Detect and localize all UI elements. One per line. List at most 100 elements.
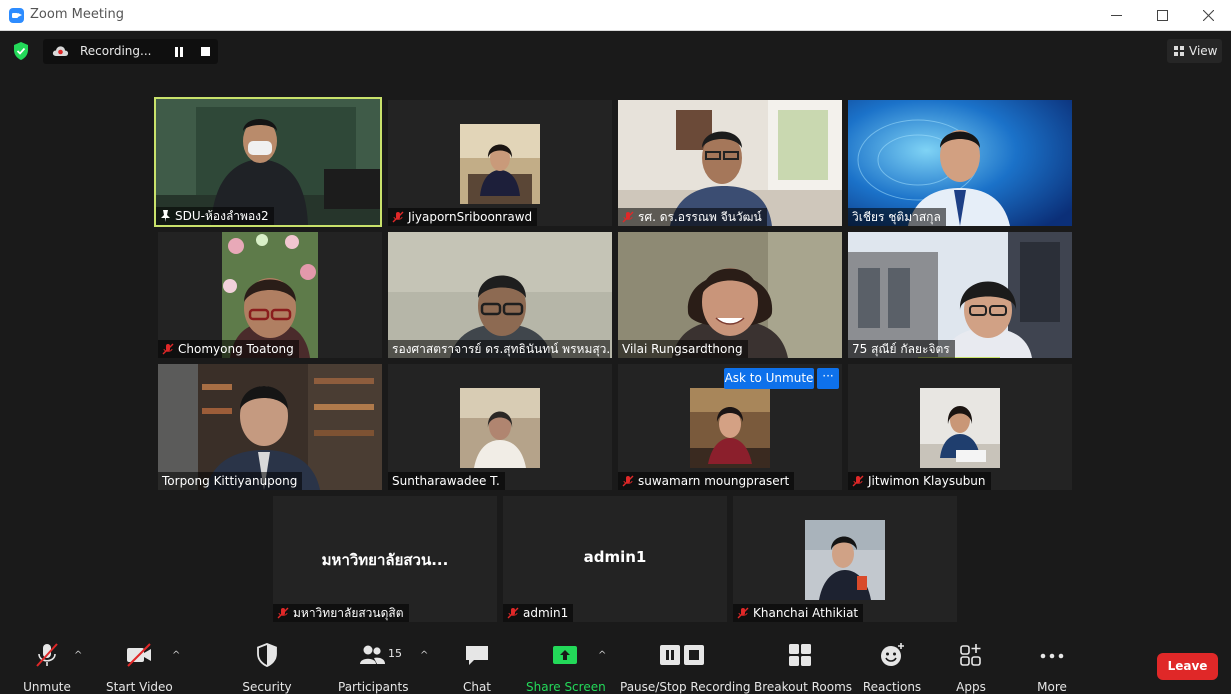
apps-button[interactable]: Apps <box>950 642 992 694</box>
participants-label: Participants <box>338 680 409 694</box>
close-button[interactable] <box>1185 0 1231 31</box>
minimize-icon <box>1110 15 1122 16</box>
video-tile-sutthinan[interactable]: รองศาสตราจารย์ ดร.สุทธินันทน์ พรหมสุว... <box>388 232 612 358</box>
muted-mic-icon <box>737 607 749 619</box>
participant-video <box>690 388 770 468</box>
maximize-icon <box>1156 10 1168 21</box>
participant-video <box>460 124 540 204</box>
video-tile-sdu[interactable]: SDU-ห้องลำพอง2 <box>154 97 382 227</box>
breakout-rooms-button[interactable]: Breakout Rooms <box>754 642 852 694</box>
reactions-smiley-icon <box>881 643 904 666</box>
video-tile-admin1[interactable]: admin1 admin1 <box>503 496 727 622</box>
participant-name-tag: JiyapornSriboonrawd <box>388 208 538 226</box>
participant-name: Chomyong Toatong <box>178 342 294 356</box>
pause-stop-icon <box>660 645 704 665</box>
participants-options-caret[interactable]: ^ <box>420 650 428 661</box>
participant-name: suwamarn moungprasert <box>638 474 790 488</box>
participant-name-tag: suwamarn moungprasert <box>618 472 795 490</box>
participant-name-tag: 75 สุณีย์ กัลยะจิตร <box>848 340 955 358</box>
participant-display-name: admin1 <box>583 548 647 566</box>
more-button[interactable]: More <box>1030 642 1074 694</box>
participant-name: Vilai Rungsardthong <box>622 342 743 356</box>
start-video-label: Start Video <box>106 680 173 694</box>
participants-button[interactable]: 15 Participants <box>338 642 409 694</box>
pause-recording-button[interactable] <box>174 47 184 57</box>
participant-name-tag: Vilai Rungsardthong <box>618 340 748 358</box>
video-off-icon <box>127 643 151 667</box>
video-tile-chomyong[interactable]: Chomyong Toatong <box>158 232 382 358</box>
video-tile-torpong[interactable]: Torpong Kittiyanupong <box>158 364 382 490</box>
muted-mic-icon <box>162 343 174 355</box>
participants-icon <box>360 645 385 664</box>
view-label: View <box>1189 44 1218 58</box>
participant-name: มหาวิทยาลัยสวนดุสิต <box>293 606 404 620</box>
participant-name-tag: Suntharawadee T. <box>388 472 505 490</box>
muted-microphone-icon <box>36 643 58 667</box>
participant-name: Suntharawadee T. <box>392 474 500 488</box>
pin-icon <box>161 210 170 222</box>
video-tile-dusit[interactable]: มหาวิทยาลัยสวน... มหาวิทยาลัยสวนดุสิต <box>273 496 497 622</box>
video-tile-wichian[interactable]: วิเชียร ชุติมาสกุล <box>848 100 1072 226</box>
video-tile-suntharawadee[interactable]: Suntharawadee T. <box>388 364 612 490</box>
apps-label: Apps <box>956 680 986 694</box>
unmute-label: Unmute <box>23 680 71 694</box>
participant-name: รองศาสตราจารย์ ดร.สุทธินันทน์ พรหมสุว... <box>392 342 610 356</box>
unmute-button[interactable]: Unmute <box>18 642 76 694</box>
recording-label: Recording... <box>80 44 152 58</box>
participant-name-tag: Jitwimon Klaysubun <box>848 472 991 490</box>
video-tile-khanchai[interactable]: Khanchai Athikiat <box>733 496 957 622</box>
breakout-rooms-label: Breakout Rooms <box>754 680 853 694</box>
video-tile-jitwimon[interactable]: Jitwimon Klaysubun <box>848 364 1072 490</box>
breakout-rooms-icon <box>789 644 811 666</box>
security-label: Security <box>242 680 292 694</box>
security-shield-icon[interactable] <box>12 41 30 61</box>
view-button[interactable]: View <box>1167 39 1222 63</box>
video-tile-sunee[interactable]: 75 สุณีย์ กัลยะจิตร <box>848 232 1072 358</box>
participant-name: 75 สุณีย์ กัลยะจิตร <box>852 342 950 356</box>
participant-name-tag: Khanchai Athikiat <box>733 604 864 622</box>
leave-button[interactable]: Leave <box>1157 653 1218 680</box>
share-screen-button[interactable]: Share Screen <box>526 642 606 694</box>
participant-name: Khanchai Athikiat <box>753 606 859 620</box>
video-tile-vilai[interactable]: Vilai Rungsardthong <box>618 232 842 358</box>
muted-mic-icon <box>622 211 634 223</box>
participants-count: 15 <box>388 647 402 660</box>
chat-bubble-icon <box>466 646 488 665</box>
muted-mic-icon <box>392 211 404 223</box>
minimize-button[interactable] <box>1093 0 1139 31</box>
more-label: More <box>1037 680 1067 694</box>
video-tile-annop[interactable]: รศ. ดร.อรรณพ จีนวัฒน์ <box>618 100 842 226</box>
participant-name-tag: Torpong Kittiyanupong <box>158 472 303 490</box>
participant-video <box>920 388 1000 468</box>
share-options-caret[interactable]: ^ <box>598 650 606 661</box>
reactions-button[interactable]: Reactions <box>862 642 922 694</box>
chat-button[interactable]: Chat <box>458 642 496 694</box>
audio-options-caret[interactable]: ^ <box>74 650 82 661</box>
tile-more-options-button[interactable]: ··· <box>817 368 839 389</box>
participant-name: SDU-ห้องลำพอง2 <box>175 209 269 223</box>
share-screen-label: Share Screen <box>526 680 606 694</box>
zoom-window: Zoom Meeting Recording... View SDU-ห้องล… <box>0 0 1231 694</box>
start-video-button[interactable]: Start Video <box>106 642 173 694</box>
ask-to-unmute-button[interactable]: Ask to Unmute <box>724 368 814 389</box>
video-tile-jiyaporn[interactable]: JiyapornSriboonrawd <box>388 100 612 226</box>
muted-mic-icon <box>622 475 634 487</box>
share-screen-icon <box>553 646 577 664</box>
shield-icon <box>257 643 277 667</box>
video-options-caret[interactable]: ^ <box>172 650 180 661</box>
muted-mic-icon <box>852 475 864 487</box>
more-dots-icon <box>1040 653 1064 659</box>
maximize-button[interactable] <box>1139 0 1185 31</box>
recording-indicator: Recording... <box>43 39 218 64</box>
participant-name: รศ. ดร.อรรณพ จีนวัฒน์ <box>638 210 762 224</box>
participant-name: Torpong Kittiyanupong <box>162 474 298 488</box>
muted-mic-icon <box>507 607 519 619</box>
zoom-app-icon <box>9 8 24 23</box>
pause-stop-recording-button[interactable]: Pause/Stop Recording <box>620 642 750 694</box>
close-icon <box>1202 9 1214 22</box>
chat-label: Chat <box>462 680 492 694</box>
grid-view-icon <box>1174 46 1184 56</box>
security-button[interactable]: Security <box>238 642 296 694</box>
stop-recording-button[interactable] <box>201 47 210 56</box>
participant-video <box>460 388 540 468</box>
